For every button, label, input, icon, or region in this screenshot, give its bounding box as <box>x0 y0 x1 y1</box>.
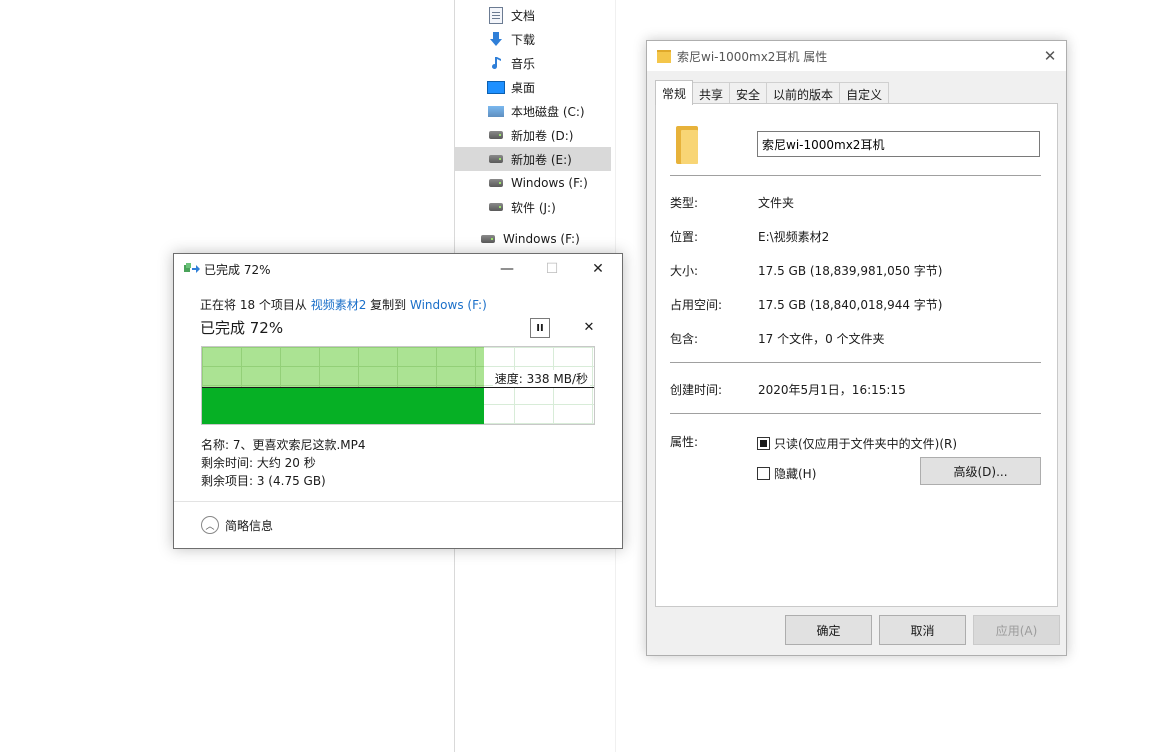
destination-link[interactable]: Windows (F:) <box>410 298 487 312</box>
system-drive-icon <box>487 102 505 120</box>
close-button[interactable]: ✕ <box>1034 41 1066 71</box>
folder-icon <box>657 49 671 63</box>
nav-item-drive-f[interactable]: Windows (F:) <box>455 171 611 195</box>
close-button[interactable]: ✕ <box>575 254 621 284</box>
readonly-checkbox[interactable]: 只读(仅应用于文件夹中的文件)(R) <box>757 435 957 452</box>
tab-general[interactable]: 常规 <box>655 80 694 105</box>
separator <box>670 362 1041 363</box>
nav-item-label: Windows (F:) <box>503 232 580 246</box>
transfer-speed-graph: 速度: 338 MB/秒 <box>201 346 595 425</box>
cancel-copy-button[interactable]: ✕ <box>580 318 598 336</box>
nav-item-label: 音乐 <box>511 56 536 71</box>
size-label: 大小: <box>670 264 699 278</box>
properties-titlebar: 索尼wi-1000mx2耳机 属性 ✕ <box>647 41 1066 71</box>
attributes-label: 属性: <box>670 435 699 449</box>
nav-item-label: 新加卷 (D:) <box>511 128 574 143</box>
size-on-disk-value: 17.5 GB (18,840,018,944 字节) <box>758 298 943 312</box>
folder-icon <box>676 126 698 164</box>
created-label: 创建时间: <box>670 383 723 397</box>
contains-value: 17 个文件，0 个文件夹 <box>758 332 885 346</box>
nav-item-label: 软件 (J:) <box>511 200 556 215</box>
drive-icon <box>487 150 505 168</box>
nav-item-downloads[interactable]: 下载 <box>455 27 611 51</box>
minimize-button[interactable]: — <box>484 254 530 284</box>
nav-item-label: 下载 <box>511 32 536 47</box>
ok-button[interactable]: 确定 <box>785 615 872 645</box>
size-on-disk-label: 占用空间: <box>670 298 723 312</box>
created-value: 2020年5月1日，16:15:15 <box>758 383 906 397</box>
copy-dialog-body: 正在将 18 个项目从 视频素材2 复制到 Windows (F:) 已完成 7… <box>200 296 596 338</box>
tab-customize[interactable]: 自定义 <box>839 82 890 105</box>
music-icon <box>487 54 505 72</box>
folder-name-input[interactable] <box>757 131 1040 157</box>
copy-details: 名称: 7、更喜欢索尼这款.MP4 剩余时间: 大约 20 秒 剩余项目: 3 … <box>201 436 366 490</box>
tab-security[interactable]: 安全 <box>729 82 768 105</box>
cancel-button[interactable]: 取消 <box>879 615 966 645</box>
nav-item-drive-j[interactable]: 软件 (J:) <box>455 195 611 219</box>
properties-tabs: 常规 共享 安全 以前的版本 自定义 <box>655 80 890 105</box>
copy-progress-dialog: 已完成 72% — ☐ ✕ 正在将 18 个项目从 视频素材2 复制到 Wind… <box>173 253 623 549</box>
properties-title: 索尼wi-1000mx2耳机 属性 <box>677 49 828 64</box>
contains-label: 包含: <box>670 332 699 346</box>
type-value: 文件夹 <box>758 196 795 210</box>
copy-summary-prefix: 正在将 18 个项目从 <box>200 298 311 312</box>
general-tab-panel: 类型: 文件夹 位置: E:\视频素材2 大小: 17.5 GB (18,839… <box>655 103 1058 607</box>
speed-label: 速度: 338 MB/秒 <box>492 370 590 387</box>
drive-icon <box>487 174 505 192</box>
current-file-name: 名称: 7、更喜欢索尼这款.MP4 <box>201 438 366 452</box>
advanced-button[interactable]: 高级(D)... <box>920 457 1041 485</box>
nav-item-music[interactable]: 音乐 <box>455 51 611 75</box>
progress-fill-grid <box>202 347 484 387</box>
nav-item-documents[interactable]: 文档 <box>455 3 611 27</box>
items-remaining: 剩余项目: 3 (4.75 GB) <box>201 474 326 488</box>
checkbox-icon <box>757 467 770 480</box>
nav-item-label: Windows (F:) <box>511 176 588 190</box>
tab-previous-versions[interactable]: 以前的版本 <box>766 82 841 105</box>
copy-summary-middle: 复制到 <box>366 298 410 312</box>
separator <box>670 175 1041 176</box>
type-label: 类型: <box>670 196 699 210</box>
hidden-checkbox[interactable]: 隐藏(H) <box>757 465 816 482</box>
copy-dialog-title: 已完成 72% <box>204 262 271 277</box>
apply-button: 应用(A) <box>973 615 1060 645</box>
time-remaining: 剩余时间: 大约 20 秒 <box>201 456 316 470</box>
readonly-label: 只读(仅应用于文件夹中的文件)(R) <box>774 437 958 451</box>
file-copy-icon <box>184 262 200 276</box>
checkbox-indeterminate-icon <box>757 437 770 450</box>
drive-icon <box>487 126 505 144</box>
drive-icon <box>487 198 505 216</box>
size-value: 17.5 GB (18,839,981,050 字节) <box>758 264 943 278</box>
document-icon <box>487 6 505 24</box>
nav-item-drive-e[interactable]: 新加卷 (E:) <box>455 147 611 171</box>
speed-line <box>202 387 594 388</box>
copy-dialog-titlebar: 已完成 72% — ☐ ✕ <box>174 254 622 284</box>
drive-icon <box>479 230 497 248</box>
download-icon <box>487 30 505 48</box>
separator <box>670 413 1041 414</box>
location-value: E:\视频素材2 <box>758 230 830 244</box>
source-folder-link[interactable]: 视频素材2 <box>311 298 367 312</box>
nav-item-drive-f-root[interactable]: Windows (F:) <box>455 227 611 251</box>
nav-item-label: 新加卷 (E:) <box>511 152 572 167</box>
copy-summary: 正在将 18 个项目从 视频素材2 复制到 Windows (F:) <box>200 296 596 313</box>
pause-button[interactable]: II <box>530 318 550 338</box>
nav-item-label: 本地磁盘 (C:) <box>511 104 585 119</box>
nav-item-desktop[interactable]: 桌面 <box>455 75 611 99</box>
nav-item-drive-d[interactable]: 新加卷 (D:) <box>455 123 611 147</box>
progress-fill <box>202 387 484 424</box>
nav-item-drive-c[interactable]: 本地磁盘 (C:) <box>455 99 611 123</box>
copy-dialog-footer: ︿ 简略信息 <box>174 501 622 548</box>
chevron-up-icon[interactable]: ︿ <box>201 516 219 534</box>
desktop-icon <box>487 78 505 96</box>
nav-item-label: 桌面 <box>511 80 536 95</box>
fewer-details-toggle[interactable]: 简略信息 <box>225 517 273 534</box>
properties-dialog: 索尼wi-1000mx2耳机 属性 ✕ 常规 共享 安全 以前的版本 自定义 类… <box>646 40 1067 656</box>
location-label: 位置: <box>670 230 699 244</box>
hidden-label: 隐藏(H) <box>774 467 817 481</box>
nav-item-label: 文档 <box>511 8 536 23</box>
maximize-button: ☐ <box>545 261 559 277</box>
tab-sharing[interactable]: 共享 <box>692 82 731 105</box>
